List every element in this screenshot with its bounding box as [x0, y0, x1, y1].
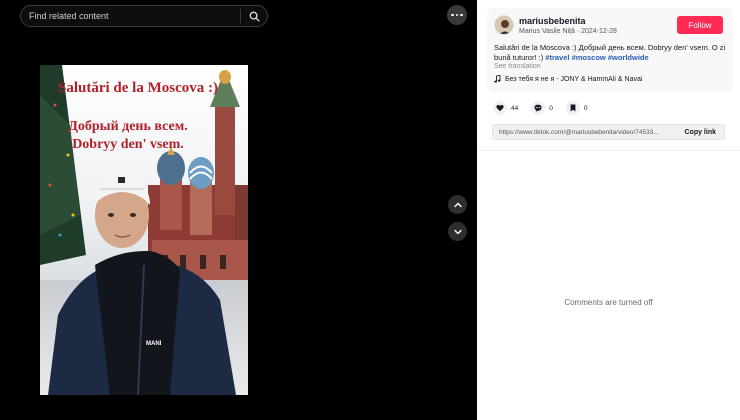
- overlay-line-3: Dobryy den' vsem.: [72, 137, 184, 152]
- share-link-url[interactable]: https://www.tiktok.com/@mariusbebenita/v…: [493, 129, 676, 136]
- music-title: Без тебя я не я - JONY & HammAli & Navai: [505, 75, 643, 83]
- comments-status: Comments are turned off: [564, 298, 653, 307]
- author-display-name: Marius Vasile Niță: [519, 28, 575, 35]
- panel-divider: [477, 150, 740, 151]
- chevron-up-icon: [453, 202, 462, 207]
- save-action: 0: [565, 101, 588, 115]
- like-action: 44: [493, 101, 518, 115]
- like-count: 44: [511, 104, 519, 112]
- search-icon: [249, 11, 260, 22]
- comment-action: 0: [531, 101, 553, 115]
- jacket-brand-text: MANI: [146, 341, 162, 347]
- post-caption: Salutări de la Moscova :) Добрый день вс…: [494, 43, 730, 63]
- save-count: 0: [583, 104, 588, 112]
- search-button[interactable]: [241, 5, 267, 27]
- comment-icon: [534, 104, 542, 112]
- copy-link-button[interactable]: Copy link: [676, 129, 724, 136]
- save-button[interactable]: [565, 101, 580, 115]
- action-bar: 44 0 0: [493, 101, 600, 115]
- avatar-image: [495, 16, 513, 34]
- music-link[interactable]: Без тебя я не я - JONY & HammAli & Navai: [494, 75, 642, 83]
- hashtag-moscow[interactable]: #moscow: [572, 53, 606, 62]
- overlay-line-2: Добрый день всем.: [68, 119, 188, 134]
- next-video-button[interactable]: [448, 222, 467, 241]
- like-button[interactable]: [493, 101, 507, 115]
- author-subline: Marius Vasile Niță · 2024-12-28: [519, 28, 617, 35]
- post-date: 2024-12-28: [581, 28, 617, 35]
- heart-icon: [496, 104, 504, 112]
- bookmark-icon: [570, 104, 576, 112]
- post-info-card: mariusbebenita Marius Vasile Niță · 2024…: [487, 8, 733, 93]
- video-stage: Salutări de la Moscova :) Добрый день вс…: [0, 0, 477, 420]
- more-dot-icon: [451, 13, 454, 17]
- overlay-line-1: Salutări de la Moscova :): [58, 80, 218, 96]
- see-translation-link[interactable]: See translation: [494, 63, 541, 70]
- video-frame: Salutări de la Moscova :) Добрый день вс…: [40, 65, 248, 395]
- video-player[interactable]: Salutări de la Moscova :) Добрый день вс…: [40, 65, 248, 395]
- avatar[interactable]: [494, 15, 514, 35]
- share-link-box: https://www.tiktok.com/@mariusbebenita/v…: [492, 124, 725, 140]
- author-username[interactable]: mariusbebenita: [519, 16, 586, 26]
- more-dot-icon: [455, 13, 459, 17]
- chevron-down-icon: [453, 229, 462, 234]
- hashtag-worldwide[interactable]: #worldwide: [608, 53, 649, 62]
- more-options-button[interactable]: [447, 5, 467, 25]
- search-bar: [20, 5, 268, 27]
- search-input[interactable]: [21, 11, 240, 21]
- comment-count: 0: [549, 104, 553, 112]
- comment-button[interactable]: [531, 101, 546, 115]
- follow-button[interactable]: Follow: [677, 16, 723, 34]
- hashtag-travel[interactable]: #travel: [545, 53, 569, 62]
- more-dot-icon: [460, 13, 463, 17]
- details-panel: mariusbebenita Marius Vasile Niță · 2024…: [477, 0, 740, 420]
- previous-video-button[interactable]: [448, 195, 467, 214]
- music-note-icon: [494, 75, 501, 83]
